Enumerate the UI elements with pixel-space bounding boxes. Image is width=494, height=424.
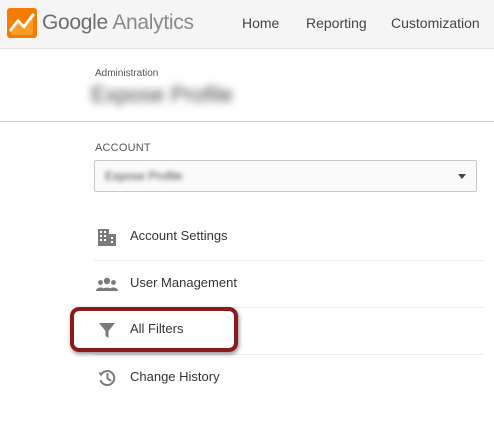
analytics-logo-icon — [7, 8, 37, 38]
building-icon — [98, 229, 116, 246]
logo-google-text: Google — [42, 11, 108, 34]
nav-reporting[interactable]: Reporting — [306, 15, 367, 31]
account-label: ACCOUNT — [95, 142, 151, 154]
nav-home[interactable]: Home — [242, 15, 279, 31]
menu-item-label: User Management — [130, 275, 237, 290]
logo-product-text: Analytics — [112, 11, 194, 34]
header-divider — [0, 121, 494, 122]
property-title: Expose Profile — [91, 82, 233, 107]
nav-customization[interactable]: Customization — [391, 15, 480, 31]
menu-item-change-history[interactable]: Change History — [94, 355, 484, 401]
history-icon — [98, 370, 116, 387]
administration-label: Administration — [95, 68, 159, 79]
google-analytics-logo[interactable]: Google Analytics — [7, 6, 194, 40]
highlight-annotation — [70, 307, 238, 352]
menu-item-label: Change History — [130, 369, 220, 384]
menu-item-label: Account Settings — [130, 228, 228, 243]
chevron-down-icon — [458, 174, 466, 179]
users-icon — [96, 277, 118, 291]
account-select-value: Expose Profile — [105, 169, 183, 183]
menu-item-user-management[interactable]: User Management — [94, 261, 484, 307]
account-select[interactable]: Expose Profile — [94, 160, 477, 192]
top-bar: Google Analytics Home Reporting Customiz… — [0, 0, 494, 49]
menu-item-account-settings[interactable]: Account Settings — [94, 214, 484, 260]
